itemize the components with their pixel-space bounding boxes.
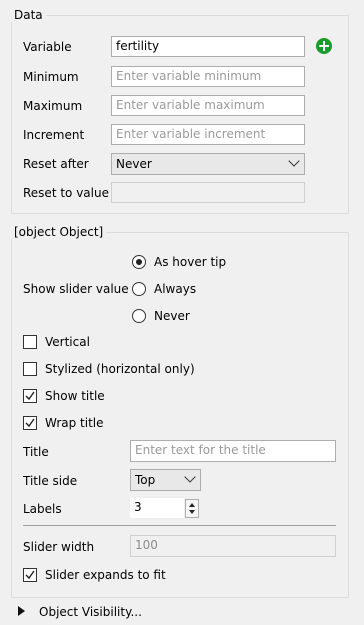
slider-width-input[interactable]: 100 [130,535,336,557]
object-visibility-label: Object Visibility... [39,605,142,619]
vertical-checkbox[interactable] [23,335,37,349]
minimum-input[interactable]: Enter variable minimum [111,66,305,87]
radio-as-hover-tip-label: As hover tip [154,255,227,269]
radio-always[interactable] [132,282,146,296]
minimum-label: Minimum [23,70,79,84]
show-title-label: Show title [45,389,105,403]
caret-right-icon [18,606,25,616]
reset-after-select[interactable]: Never [111,153,305,175]
reset-to-label: Reset to value [23,186,109,200]
labels-input[interactable]: 3 [130,498,184,518]
object-visibility-expander[interactable]: Object Visibility... [18,604,178,620]
data-group-title: Data [11,8,46,22]
stylized-label: Stylized (horizontal only) [45,362,195,376]
checkmark-icon [25,570,35,580]
stylized-checkbox[interactable] [23,362,37,376]
title-side-value: Top [135,473,156,487]
slider-width-label: Slider width [23,540,95,554]
vertical-label: Vertical [45,335,90,349]
variable-label: Variable [23,40,72,54]
chevron-down-icon [288,155,300,167]
slider-expands-checkbox[interactable] [23,568,37,582]
radio-as-hover-tip[interactable] [132,255,146,269]
show-slider-value-label: Show slider value [23,282,129,296]
title-input[interactable]: Enter text for the title [130,440,336,462]
radio-never[interactable] [132,309,146,323]
reset-to-input[interactable] [111,182,305,203]
variable-input[interactable]: fertility [111,36,305,57]
show-title-checkbox[interactable] [23,389,37,403]
radio-always-label: Always [154,282,197,296]
wrap-title-label: Wrap title [45,416,104,430]
checkmark-icon [25,418,35,428]
reset-after-value: Never [116,157,152,171]
title-side-select[interactable]: Top [130,469,201,491]
chevron-down-icon [184,471,196,483]
add-variable-icon[interactable] [316,38,332,54]
title-side-label: Title side [23,474,78,488]
checkmark-icon [25,391,35,401]
title-label: Title [23,445,49,459]
increment-input[interactable]: Enter variable increment [111,124,305,145]
wrap-title-checkbox[interactable] [23,416,37,430]
radio-never-label: Never [154,309,190,323]
labels-stepper[interactable] [185,499,199,518]
stepper-arrows-icon [189,503,195,514]
slider-expands-label: Slider expands to fit [45,568,166,582]
labels-label: Labels [23,502,62,516]
separator [23,525,336,526]
maximum-input[interactable]: Enter variable maximum [111,95,305,116]
layout-group-title: [object Object] [11,225,107,239]
increment-label: Increment [23,128,85,142]
reset-after-label: Reset after [23,157,89,171]
maximum-label: Maximum [23,99,83,113]
